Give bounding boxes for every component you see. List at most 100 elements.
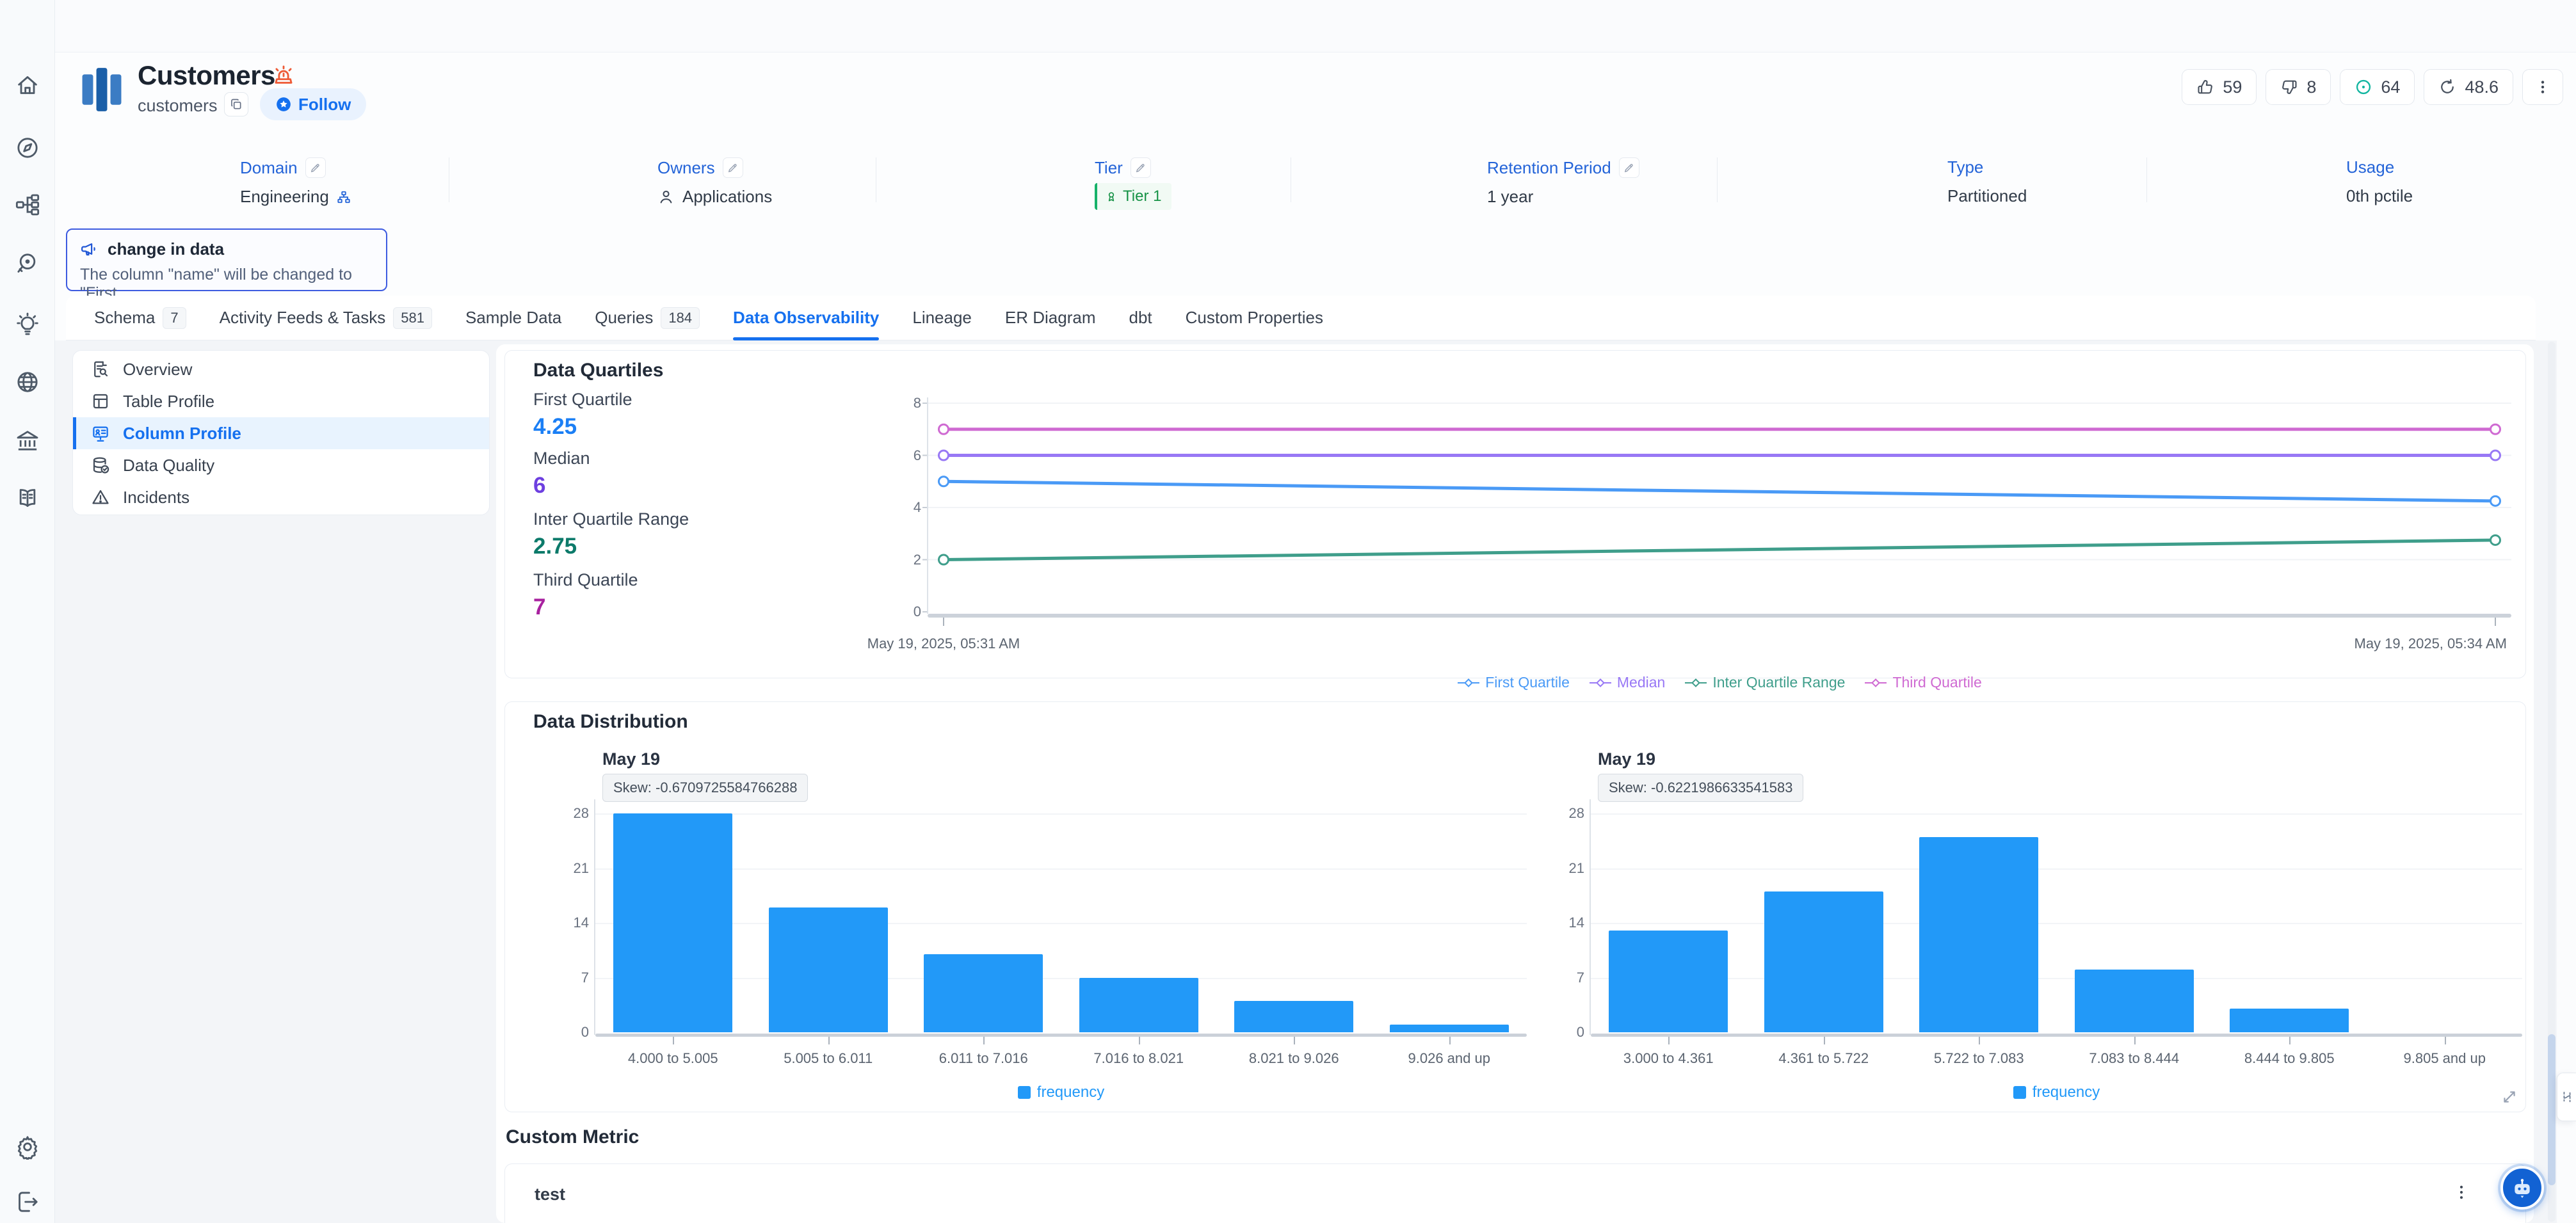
meta-usage: Usage 0th pctile [2346,157,2413,206]
histogram-bar[interactable] [1609,931,1728,1032]
observability-icon[interactable] [15,251,40,276]
more-actions-button[interactable] [2522,69,2563,105]
histogram-bar[interactable] [769,907,888,1032]
subnav-item-data-quality[interactable]: Data Quality [73,449,489,481]
refresh-score-button[interactable]: 48.6 [2424,69,2513,105]
subnav-label: Overview [123,360,192,380]
histogram-legend[interactable]: frequency [1591,1083,2522,1101]
quartile-stat-third-quartile: Third Quartile7 [533,570,638,620]
tab-lineage[interactable]: Lineage [912,296,972,340]
completeness-button[interactable]: 64 [2340,69,2415,105]
tab-label: ER Diagram [1005,308,1096,328]
robot-icon [2509,1175,2535,1201]
skew-badge: Skew: -0.6221986633541583 [1598,774,1803,802]
histogram-bar[interactable] [1764,891,1883,1032]
x-axis-tick [1824,1037,1825,1044]
resize-handle-icon[interactable] [2501,1089,2518,1105]
histogram-bar[interactable] [2230,1009,2349,1032]
tab-sample-data[interactable]: Sample Data [465,296,561,340]
domains-globe-icon[interactable] [15,369,40,395]
home-icon[interactable] [15,72,40,98]
edit-pencil-icon[interactable] [723,157,743,178]
legend-item-inter-quartile-range[interactable]: Inter Quartile Range [1684,674,1845,691]
announcement-card[interactable]: change in data The column "name" will be… [66,228,387,291]
scrollbar-thumb[interactable] [2548,1034,2556,1185]
legend-square-icon [1018,1086,1031,1099]
tab-schema[interactable]: Schema 7 [94,296,186,340]
meta-label: Retention Period [1487,158,1611,178]
quartile-stat-median: Median6 [533,449,590,499]
legend-label: Median [1617,674,1665,691]
edit-pencil-icon[interactable] [1619,157,1639,178]
y-axis-tick: 7 [1554,970,1584,986]
follow-button[interactable]: Follow [260,88,366,120]
chat-assistant-button[interactable] [2500,1166,2544,1210]
section-title: Data Quartiles [533,360,663,381]
x-axis-tick [1449,1037,1451,1044]
side-panel-handle[interactable] [2557,1073,2576,1121]
meta-type: Type Partitioned [1947,157,2027,206]
subnav-label: Table Profile [123,392,214,412]
explore-compass-icon[interactable] [15,135,40,161]
y-axis-tick: 0 [890,604,921,620]
x-axis-tick [983,1037,985,1044]
custom-metric-menu-icon[interactable] [2452,1183,2470,1201]
section-title: Data Distribution [533,711,688,733]
divider [1717,157,1718,202]
histogram-bar[interactable] [924,954,1043,1032]
tab-activity-feeds-tasks[interactable]: Activity Feeds & Tasks581 [220,296,432,340]
histogram-bar[interactable] [1079,978,1198,1032]
downvote-button[interactable]: 8 [2266,69,2331,105]
y-axis-tick: 21 [1554,860,1584,877]
edit-pencil-icon[interactable] [305,157,326,178]
subnav-item-incidents[interactable]: Incidents [73,481,489,513]
meta-label: Domain [240,158,298,178]
meta-value[interactable]: Applications [682,187,772,207]
tier-badge[interactable]: Tier 1 [1095,183,1171,210]
user-icon [657,188,675,205]
lineage-flow-icon[interactable] [15,192,40,218]
histogram-bar[interactable] [1390,1025,1509,1032]
x-axis-category-label: 5.722 to 7.083 [1901,1050,2057,1067]
glossary-book-icon[interactable] [15,485,40,511]
tab-label: Custom Properties [1186,308,1323,328]
tab-dbt[interactable]: dbt [1129,296,1152,340]
tab-label: Sample Data [465,308,561,328]
logout-icon[interactable] [15,1189,40,1215]
copy-icon[interactable] [224,92,248,116]
data-quartiles-card: Data Quartiles First Quartile4.25Median6… [504,350,2526,678]
meta-label: Type [1947,157,1983,177]
histogram-legend[interactable]: frequency [595,1083,1527,1101]
tab-label: Schema [94,308,155,328]
subnav-item-overview[interactable]: Overview [73,353,489,385]
divider [2146,157,2147,202]
tab-er-diagram[interactable]: ER Diagram [1005,296,1096,340]
govern-bank-icon[interactable] [15,428,40,453]
insights-bulb-icon[interactable] [15,312,40,337]
tab-data-observability[interactable]: Data Observability [733,296,879,340]
quartile-stat-value: 7 [533,595,638,620]
legend-item-first-quartile[interactable]: First Quartile [1457,674,1570,691]
table-grid-icon [91,392,110,411]
meta-value[interactable]: Engineering [240,187,329,207]
subnav-item-column-profile[interactable]: Column Profile [73,417,489,449]
entity-stats: 59 8 64 48.6 [2182,69,2563,105]
tab-custom-properties[interactable]: Custom Properties [1186,296,1323,340]
legend-item-third-quartile[interactable]: Third Quartile [1864,674,1981,691]
domain-hierarchy-icon [337,190,351,204]
topbar [55,0,2576,52]
subnav-item-table-profile[interactable]: Table Profile [73,385,489,417]
upvote-button[interactable]: 59 [2182,69,2257,105]
edit-pencil-icon[interactable] [1131,157,1151,178]
legend-item-median[interactable]: Median [1589,674,1665,691]
histogram-bar[interactable] [1919,837,2038,1032]
histogram-bar[interactable] [2075,970,2194,1032]
tab-count-badge: 7 [163,307,186,329]
settings-gear-icon[interactable] [15,1134,40,1160]
tab-queries[interactable]: Queries184 [595,296,700,340]
x-axis-tick [1668,1037,1670,1044]
histogram-bar[interactable] [613,813,732,1032]
alert-siren-icon[interactable] [271,64,296,88]
histogram-bar[interactable] [1234,1001,1353,1032]
tab-label: Data Observability [733,308,879,328]
